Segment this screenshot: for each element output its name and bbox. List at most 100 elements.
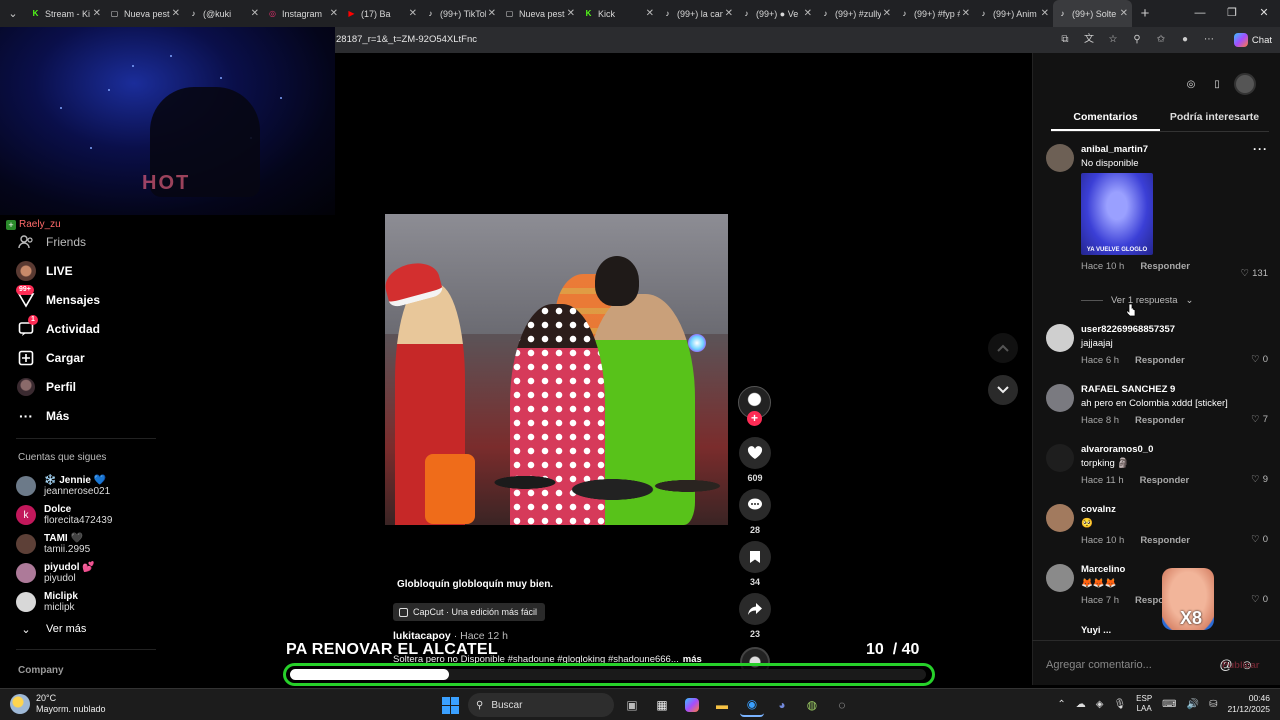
discord-icon[interactable]: ◕ bbox=[770, 693, 794, 717]
commenter-avatar[interactable] bbox=[1046, 444, 1074, 472]
tab-close-icon[interactable]: ✕ bbox=[488, 8, 496, 19]
microphone-icon[interactable]: 🎙 bbox=[1113, 699, 1126, 710]
comment-user[interactable]: anibal_martin7 bbox=[1081, 144, 1266, 155]
browser-tab[interactable]: ♪ (99+) ● Ve ✕ bbox=[737, 0, 816, 27]
tab-close-icon[interactable]: ✕ bbox=[1041, 8, 1049, 19]
commenter-avatar[interactable] bbox=[1046, 504, 1074, 532]
sidebar-item-upload[interactable]: Cargar bbox=[16, 346, 85, 370]
comment-user[interactable]: covalnz bbox=[1081, 504, 1266, 515]
menu-dots-icon[interactable]: ⋯ bbox=[1200, 31, 1218, 49]
extensions-icon[interactable]: ⚲ bbox=[1128, 31, 1146, 49]
following-account[interactable]: piyudol 💕 piyudol bbox=[16, 560, 166, 586]
sidebar-item-messages[interactable]: 99+ Mensajes bbox=[16, 285, 100, 312]
save-action[interactable]: 34 bbox=[738, 541, 772, 587]
reply-button[interactable]: Responder bbox=[1140, 535, 1190, 546]
comment-user[interactable]: user82269968857357 bbox=[1081, 324, 1266, 335]
minimize-icon[interactable]: — bbox=[1184, 0, 1216, 27]
comment-action[interactable]: 28 bbox=[738, 489, 772, 535]
view-replies-button[interactable]: Ver 1 respuesta ⌄ bbox=[1081, 295, 1194, 306]
browser-tab[interactable]: ▢ Nueva pesta ✕ bbox=[500, 0, 579, 27]
tab-close-icon[interactable]: ✕ bbox=[1120, 8, 1128, 19]
browser-tab[interactable]: ♪ (99+) Solte ✕ bbox=[1053, 0, 1132, 27]
browser-tab[interactable]: ▢ Nueva pesta ✕ bbox=[105, 0, 184, 27]
following-account[interactable]: k Dolce florecita472439 bbox=[16, 502, 166, 528]
comment-input[interactable]: Agregar comentario... bbox=[1046, 659, 1214, 671]
edge-browser-icon[interactable]: ◉ bbox=[740, 693, 764, 717]
sidebar-item-activity[interactable]: 1 Actividad bbox=[16, 315, 100, 341]
comment-like[interactable]: ♡ 9 bbox=[1251, 474, 1268, 485]
comment-user[interactable]: alvaroramos0_0 bbox=[1081, 444, 1266, 455]
browser-tab[interactable]: ♪ (99+) la can ✕ bbox=[658, 0, 737, 27]
sidebar-item-live[interactable]: LIVE bbox=[16, 259, 73, 283]
phone-icon[interactable]: ▯ bbox=[1208, 75, 1226, 93]
tab-might-interest[interactable]: Podría interesarte bbox=[1160, 109, 1269, 131]
cloud-icon[interactable]: ☁ bbox=[1076, 699, 1086, 710]
file-explorer-icon[interactable]: ▬ bbox=[710, 693, 734, 717]
restore-icon[interactable]: ❐ bbox=[1216, 0, 1248, 27]
new-tab-button[interactable]: + bbox=[1132, 5, 1158, 22]
tab-comments[interactable]: Comentarios bbox=[1051, 109, 1160, 131]
browser-tab[interactable]: ◎ Instagram ✕ bbox=[263, 0, 342, 27]
share-action[interactable]: 23 bbox=[738, 593, 772, 639]
browser-tab[interactable]: K Kick ✕ bbox=[579, 0, 658, 27]
favorite-star-icon[interactable]: ☆ bbox=[1104, 31, 1122, 49]
reply-button[interactable]: Responder bbox=[1135, 355, 1185, 366]
browser-tab[interactable]: ♪ (99+) Anim ✕ bbox=[974, 0, 1053, 27]
company-link[interactable]: Company bbox=[18, 665, 64, 676]
comment-options-dots-icon[interactable]: ··· bbox=[1253, 142, 1268, 156]
browser-tab[interactable]: ♪ (99+) #fyp # ✕ bbox=[895, 0, 974, 27]
video-player[interactable] bbox=[385, 214, 728, 525]
following-account[interactable]: ❄️ Jennie 💙 jeannerose021 bbox=[16, 473, 166, 499]
tab-close-icon[interactable]: ✕ bbox=[567, 8, 575, 19]
app-icon[interactable]: ◍ bbox=[800, 693, 824, 717]
favorites-icon[interactable]: ✩ bbox=[1152, 31, 1170, 49]
tab-close-icon[interactable]: ✕ bbox=[725, 8, 733, 19]
browser-tab[interactable]: ♪ (@kuki ✕ bbox=[184, 0, 263, 27]
follow-plus-icon[interactable]: + bbox=[747, 411, 762, 426]
tab-close-icon[interactable]: ✕ bbox=[962, 8, 970, 19]
tab-close-icon[interactable]: ✕ bbox=[251, 8, 259, 19]
previous-video-chevron-up-icon[interactable] bbox=[988, 333, 1018, 363]
taskbar-search[interactable]: ⚲ Buscar bbox=[468, 693, 614, 717]
battery-icon[interactable]: ⛁ bbox=[1209, 699, 1217, 710]
obs-icon[interactable]: ◌ bbox=[830, 693, 854, 717]
tab-list-chevron-icon[interactable]: ⌄ bbox=[0, 0, 26, 27]
tab-close-icon[interactable]: ✕ bbox=[409, 8, 417, 19]
comment-like[interactable]: ♡ 0 bbox=[1251, 594, 1268, 605]
close-window-icon[interactable]: ✕ bbox=[1248, 0, 1280, 27]
browser-tab[interactable]: ♪ (99+) TikTok ✕ bbox=[421, 0, 500, 27]
sidebar-item-profile[interactable]: Perfil bbox=[16, 375, 76, 399]
sidebar-item-friends[interactable]: Friends bbox=[16, 230, 86, 254]
browser-tab[interactable]: ♪ (99+) #zully ✕ bbox=[816, 0, 895, 27]
like-action[interactable]: 609 bbox=[738, 437, 772, 483]
clock[interactable]: 00:46 21/12/2025 bbox=[1227, 693, 1270, 715]
reply-button[interactable]: Responder bbox=[1140, 475, 1190, 486]
tab-close-icon[interactable]: ✕ bbox=[93, 8, 101, 19]
see-more-link[interactable]: ⌄ Ver más bbox=[16, 617, 86, 641]
volume-icon[interactable]: 🔊 bbox=[1187, 699, 1199, 710]
comment-like[interactable]: ♡ 7 bbox=[1251, 414, 1268, 425]
capcut-tag[interactable]: CapCut · Una edición más fácil bbox=[393, 603, 546, 621]
publish-button[interactable]: Publicar bbox=[1222, 660, 1260, 671]
comment-gif[interactable]: YA VUELVE GLOGLO bbox=[1081, 173, 1153, 255]
sidebar-item-more[interactable]: ··· Más bbox=[16, 404, 69, 428]
following-account[interactable]: Miclipk miclipk bbox=[16, 589, 166, 615]
store-icon[interactable]: ▦ bbox=[650, 693, 674, 717]
tab-close-icon[interactable]: ✕ bbox=[804, 8, 812, 19]
copilot-chat-button[interactable]: Chat bbox=[1233, 31, 1272, 49]
next-video-chevron-down-icon[interactable] bbox=[988, 375, 1018, 405]
comment-like[interactable]: ♡ 131 bbox=[1241, 268, 1268, 279]
tab-close-icon[interactable]: ✕ bbox=[646, 8, 654, 19]
reply-button[interactable]: Responder bbox=[1140, 261, 1190, 272]
tray-chevron-up-icon[interactable]: ⌃ bbox=[1057, 699, 1065, 710]
browser-tab[interactable]: K Stream - Ki ✕ bbox=[26, 0, 105, 27]
tab-close-icon[interactable]: ✕ bbox=[883, 8, 891, 19]
tab-close-icon[interactable]: ✕ bbox=[172, 8, 180, 19]
tab-close-icon[interactable]: ✕ bbox=[330, 8, 338, 19]
copilot-app-icon[interactable] bbox=[680, 693, 704, 717]
commenter-avatar[interactable] bbox=[1046, 144, 1074, 172]
weather-widget[interactable]: 20°C Mayorm. nublado bbox=[10, 693, 106, 715]
following-account[interactable]: TAMI 🖤 tamii.2995 bbox=[16, 531, 166, 557]
task-view-icon[interactable]: ▣ bbox=[620, 693, 644, 717]
reply-button[interactable]: Responder bbox=[1135, 415, 1185, 426]
